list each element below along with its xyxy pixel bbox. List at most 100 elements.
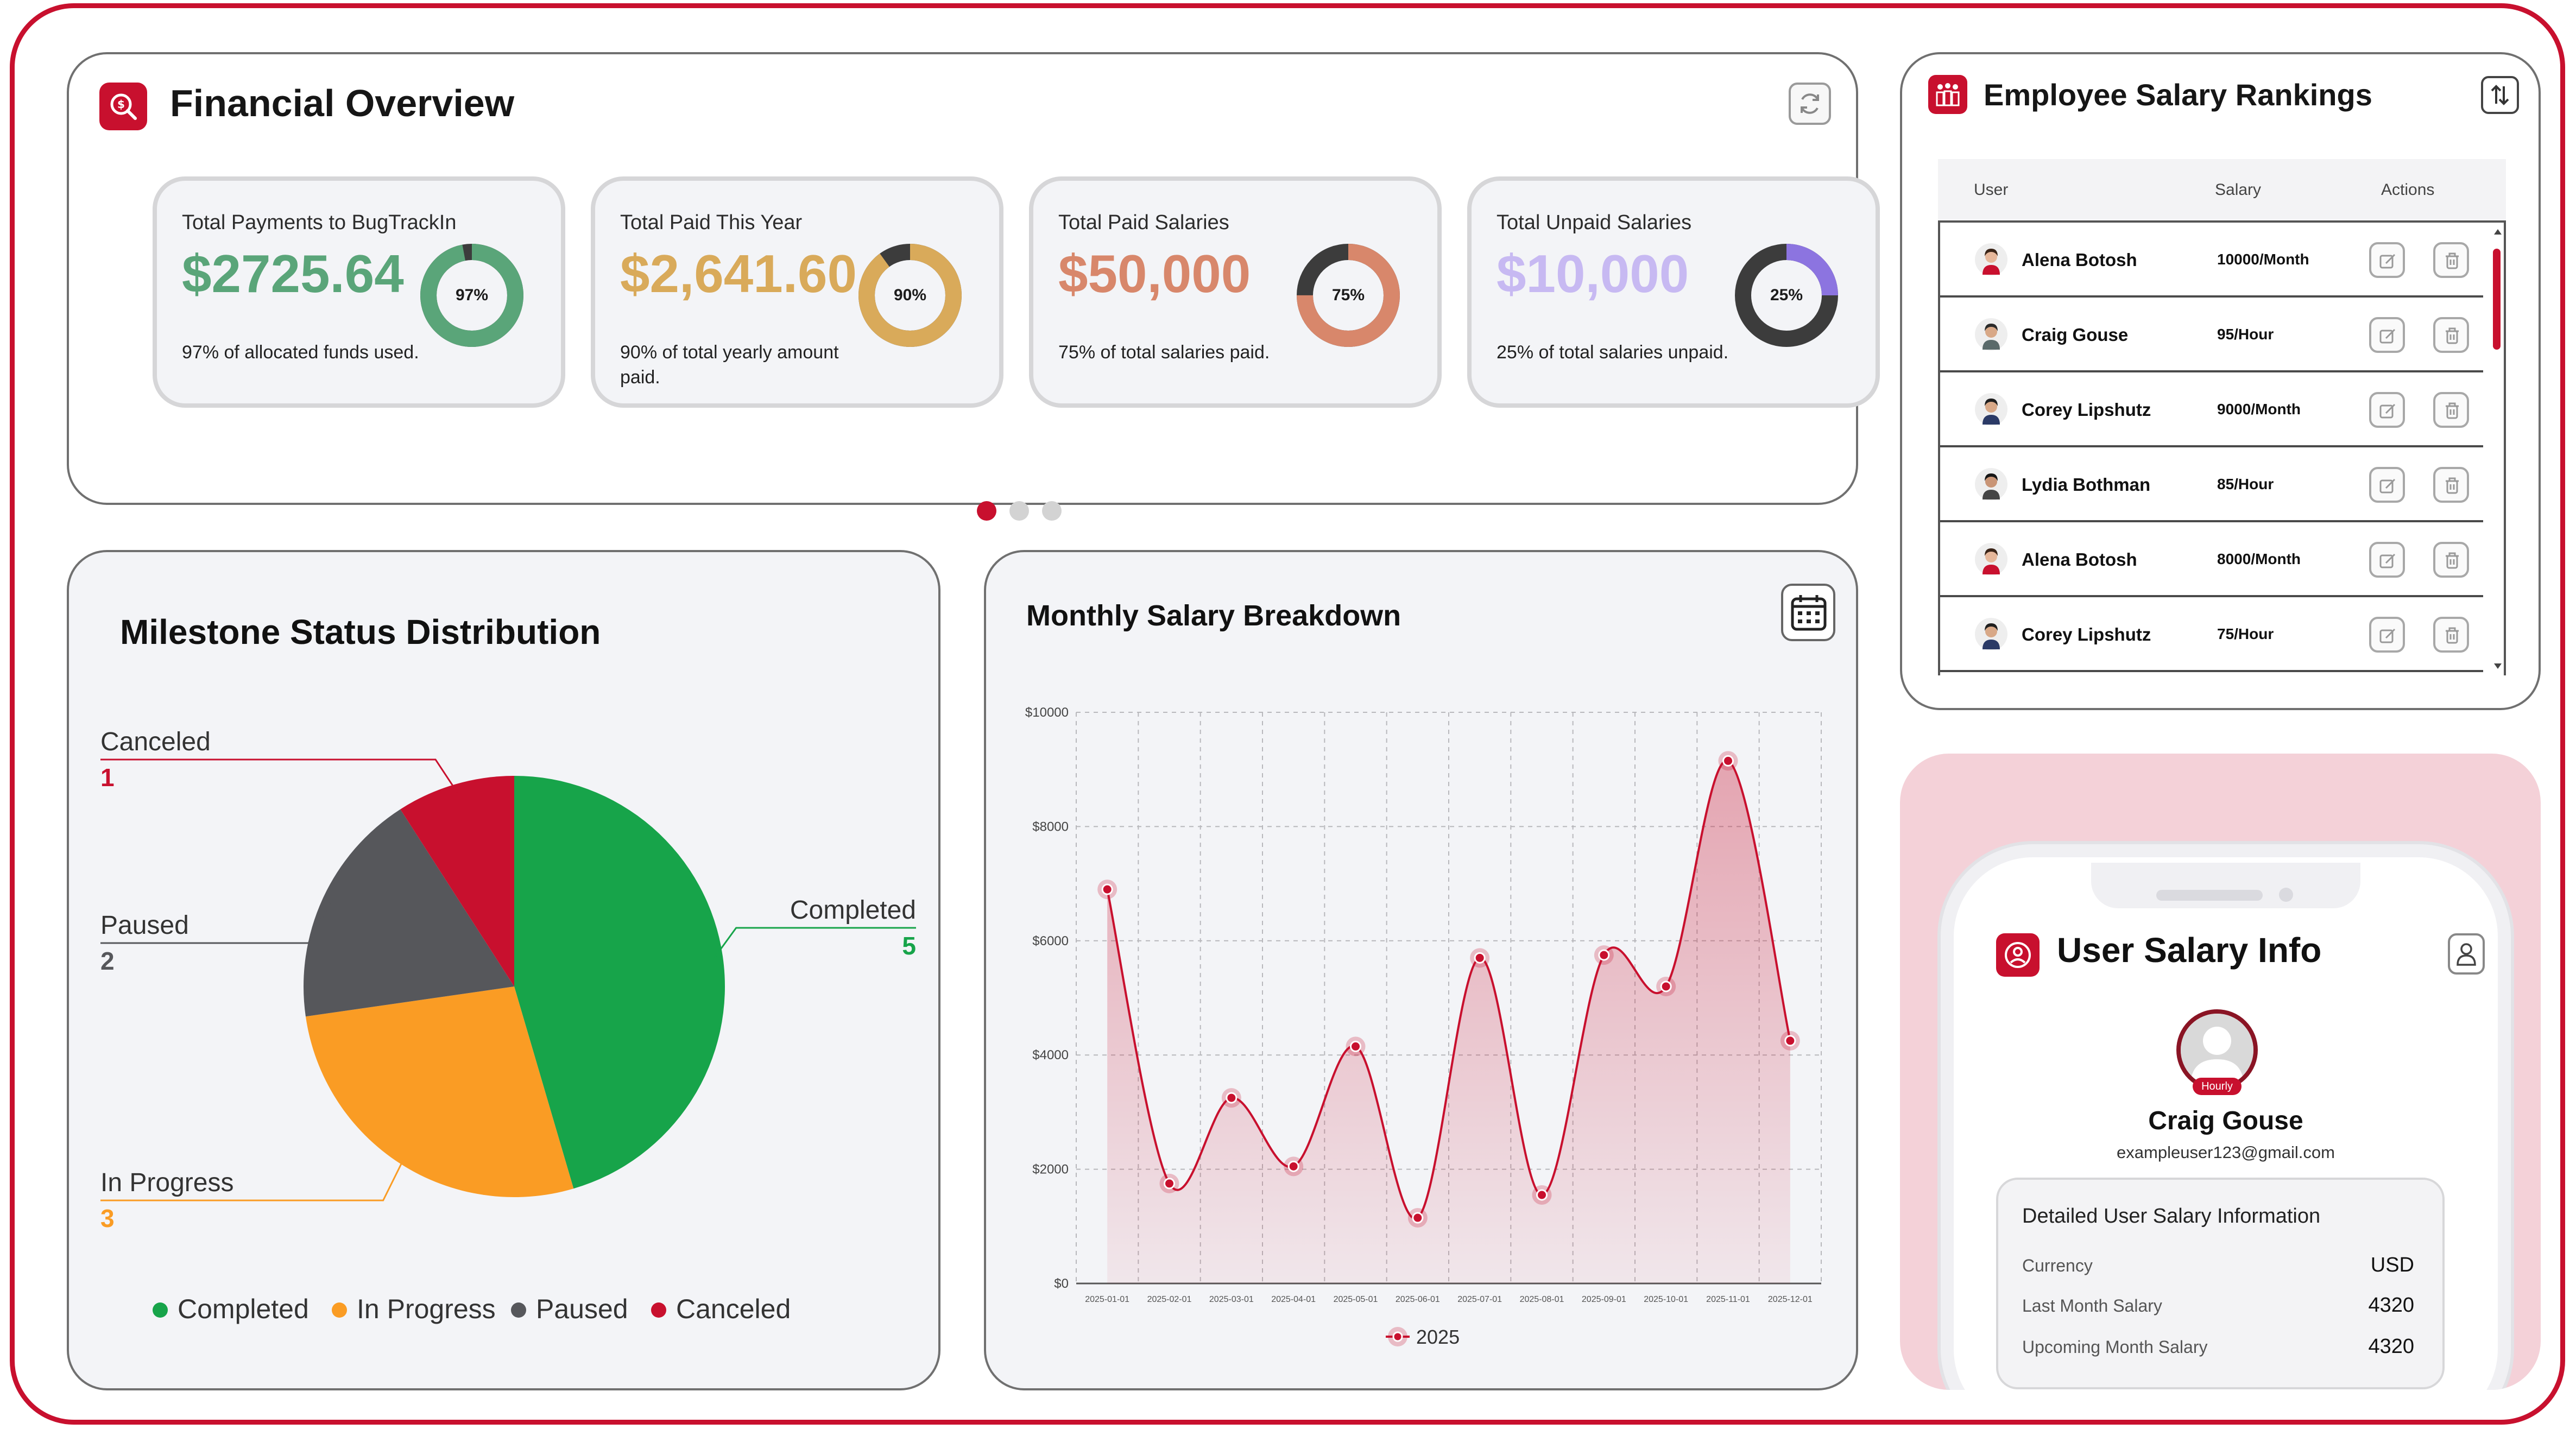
scroll-down-icon[interactable] — [2490, 657, 2506, 673]
scroll-up-icon[interactable] — [2490, 225, 2506, 241]
rankings-scrollbar[interactable] — [2490, 223, 2506, 675]
refresh-icon — [1801, 93, 1819, 114]
delete-button[interactable] — [2433, 542, 2469, 578]
dashboard-frame: $ Financial Overview Total Payments to B… — [10, 3, 2565, 1425]
total-paid-salaries-card[interactable]: Total Paid Salaries $50,000 75% of total s… — [1029, 176, 1442, 408]
legend-item[interactable]: Canceled — [676, 1293, 791, 1325]
y-tick-label: $0 — [1054, 1276, 1069, 1291]
edit-button[interactable] — [2369, 542, 2405, 578]
upcoming-month-salary-label: Upcoming Month Salary — [2022, 1337, 2208, 1357]
column-header-user[interactable]: User — [1974, 181, 2008, 199]
delete-button[interactable] — [2433, 242, 2469, 278]
stat-value: $50,000 — [1058, 244, 1251, 303]
data-point — [1474, 952, 1486, 964]
trash-icon — [2446, 402, 2459, 419]
salary-cell: 9000/Month — [2217, 401, 2301, 418]
user-avatar-icon — [1975, 468, 2007, 501]
data-point — [1101, 883, 1113, 895]
total-payments-card[interactable]: Total Payments to BugTrackIn $2725.64 97% … — [153, 176, 565, 408]
table-row[interactable]: Craig Gouse 95/Hour — [1940, 298, 2483, 372]
monthly-salary-card: Monthly Salary Breakdown $0 $2000 $4000 $60… — [984, 550, 1858, 1390]
pie-label: Canceled — [100, 728, 211, 756]
salary-cell: 75/Hour — [2217, 625, 2274, 642]
stat-label: Total Payments to BugTrackIn — [182, 211, 457, 234]
user-salary-info-panel: User Salary Info Hourly Craig Gouse exam… — [1900, 754, 2541, 1390]
trash-icon — [2446, 327, 2459, 344]
user-avatar-icon — [1975, 243, 2007, 276]
edit-button[interactable] — [2369, 467, 2405, 503]
pie-count: 1 — [100, 763, 115, 792]
legend-item[interactable]: Paused — [536, 1293, 628, 1325]
milestone-status-card: Milestone Status Distribution Completed 5… — [67, 550, 940, 1390]
pie-count: 2 — [100, 947, 115, 975]
edit-button[interactable] — [2369, 242, 2405, 278]
delete-button[interactable] — [2433, 317, 2469, 353]
sort-button[interactable] — [2481, 76, 2519, 114]
edit-icon — [2379, 254, 2396, 269]
carousel-dot-3[interactable] — [1042, 501, 1062, 521]
y-tick-label: $2000 — [1032, 1162, 1069, 1177]
carousel-dot-2[interactable] — [1009, 501, 1029, 521]
data-point — [1598, 949, 1610, 961]
total-paid-year-card[interactable]: Total Paid This Year $2,641.60 90% of tota… — [591, 176, 1003, 408]
edit-button[interactable] — [2369, 617, 2405, 653]
y-tick-label: $4000 — [1032, 1048, 1069, 1062]
table-row[interactable]: Corey Lipshutz 75/Hour — [1940, 597, 2483, 672]
x-tick-label: 2025-02-01 — [1147, 1295, 1192, 1304]
legend-label[interactable]: 2025 — [1416, 1326, 1460, 1348]
phone-mockup: User Salary Info Hourly Craig Gouse exam… — [1941, 844, 2511, 1390]
stat-value: $2,641.60 — [620, 244, 857, 303]
delete-button[interactable] — [2433, 467, 2469, 503]
refresh-button[interactable] — [1789, 83, 1831, 125]
column-header-salary[interactable]: Salary — [2215, 181, 2261, 199]
data-point — [1350, 1040, 1361, 1052]
total-unpaid-salaries-card[interactable]: Total Unpaid Salaries $10,000 25% of total… — [1467, 176, 1880, 408]
legend-dot — [332, 1302, 347, 1318]
currency-label: Currency — [2022, 1256, 2093, 1275]
stat-note: 90% of total yearly amount paid. — [620, 342, 839, 388]
donut-percent-label: 75% — [1331, 286, 1365, 304]
legend-item[interactable]: Completed — [178, 1293, 309, 1325]
rankings-table-body: Alena Botosh 10000/Month Craig Gouse 95/Hou… — [1938, 220, 2506, 675]
table-row[interactable]: Alena Botosh 10000/Month — [1940, 223, 2483, 298]
donut-percent-label: 90% — [893, 286, 927, 304]
x-tick-label: 2025-06-01 — [1396, 1295, 1440, 1304]
table-row[interactable]: Alena Botosh 8000/Month — [1940, 522, 2483, 597]
employee-salary-rankings-card: Employee Salary Rankings User Salary Act… — [1900, 52, 2541, 710]
delete-button[interactable] — [2433, 617, 2469, 653]
profile-button[interactable] — [2448, 933, 2485, 975]
phone-speaker — [2156, 890, 2263, 901]
donut-percent-label: 97% — [455, 286, 489, 304]
legend-item[interactable]: In Progress — [357, 1293, 496, 1325]
table-row[interactable]: Lydia Bothman 85/Hour — [1940, 447, 2483, 522]
user-name: Craig Gouse — [2148, 1106, 2303, 1135]
salary-detail-title: Detailed User Salary Information — [2022, 1205, 2321, 1228]
user-name-cell: Craig Gouse — [2022, 325, 2129, 345]
edit-button[interactable] — [2369, 317, 2405, 353]
user-logo-icon — [1996, 933, 2040, 977]
progress-donut: 25% — [1732, 241, 1841, 350]
phone-notch — [2091, 863, 2360, 908]
scrollbar-thumb[interactable] — [2493, 249, 2501, 350]
delete-button[interactable] — [2433, 392, 2469, 428]
data-point — [1660, 981, 1672, 992]
stat-value: $2725.64 — [182, 244, 404, 303]
user-avatar-icon — [1975, 318, 2007, 351]
pie-count: 5 — [902, 932, 916, 960]
data-point — [1164, 1178, 1175, 1190]
progress-donut: 97% — [418, 241, 526, 350]
stat-value: $10,000 — [1497, 244, 1689, 303]
data-point — [1412, 1212, 1424, 1224]
trash-icon — [2446, 252, 2459, 269]
x-tick-label: 2025-01-01 — [1085, 1295, 1129, 1304]
x-tick-label: 2025-05-01 — [1334, 1295, 1378, 1304]
table-row[interactable]: Corey Lipshutz 9000/Month — [1940, 372, 2483, 447]
edit-button[interactable] — [2369, 392, 2405, 428]
salary-cell: 95/Hour — [2217, 326, 2274, 343]
user-email: exampleuser123@gmail.com — [2117, 1143, 2335, 1162]
carousel-dot-1[interactable] — [977, 501, 996, 521]
salary-type-badge: Hourly — [2193, 1078, 2242, 1095]
data-point — [1784, 1035, 1796, 1047]
pie-label: In Progress — [100, 1168, 234, 1197]
x-tick-label: 2025-03-01 — [1209, 1295, 1254, 1304]
